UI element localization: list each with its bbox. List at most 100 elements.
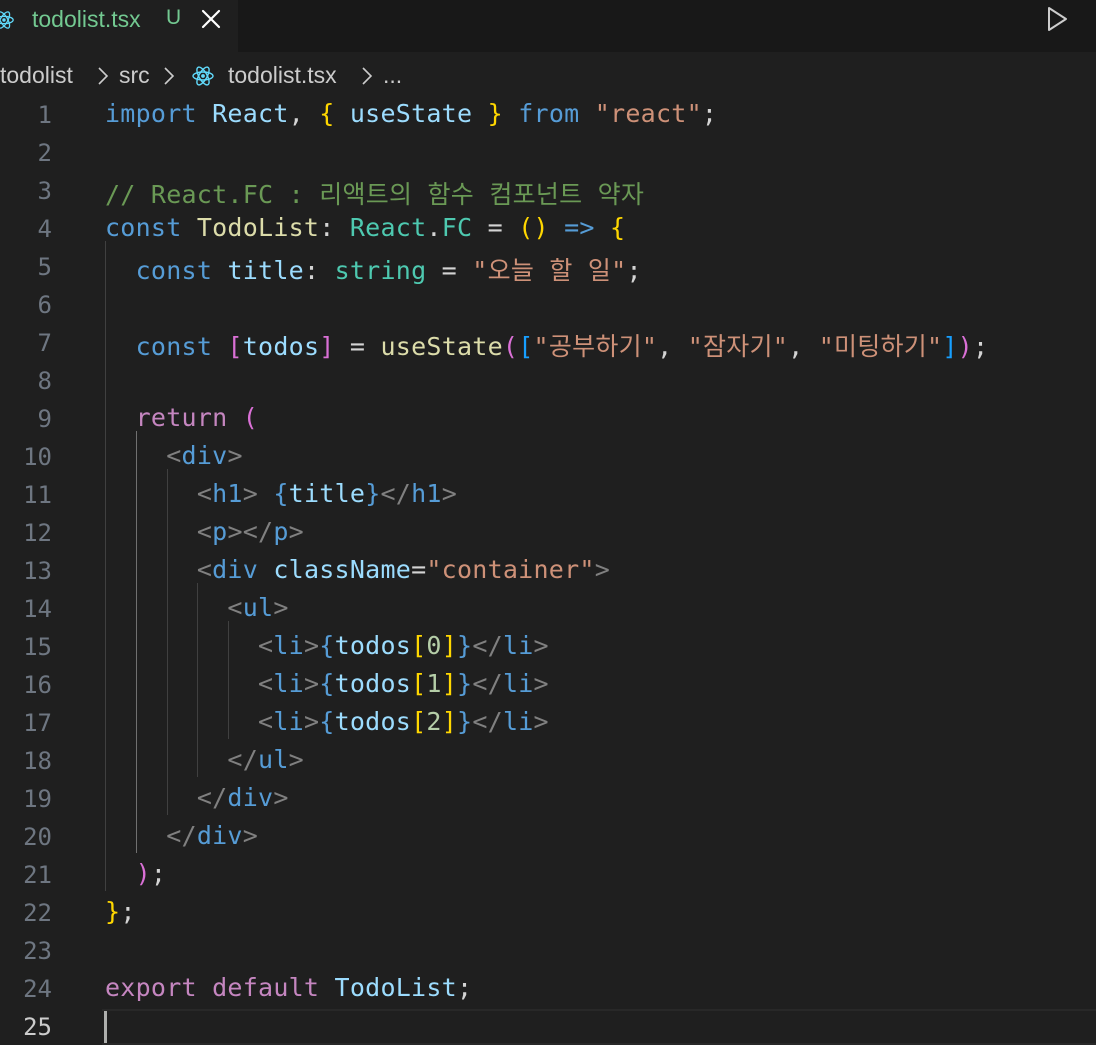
code-line[interactable]: 19 </div> [0, 781, 1096, 819]
code-token: = [411, 555, 427, 584]
code-line[interactable]: 8 [0, 363, 1096, 401]
code-line[interactable]: 15 <li>{todos[0]}</li> [0, 629, 1096, 667]
code-token: . [426, 213, 442, 242]
tab-status-badge: U [166, 6, 182, 29]
code-token: < [196, 555, 213, 584]
code-token: const [135, 256, 213, 285]
code-token: } [487, 99, 503, 128]
line-number: 18 [23, 747, 52, 775]
code-token: > [533, 669, 549, 698]
line-number: 6 [37, 291, 52, 319]
code-line[interactable]: 20 </div> [0, 819, 1096, 857]
code-line[interactable]: 14 <ul> [0, 591, 1096, 629]
breadcrumb-item-file[interactable]: todolist.tsx [228, 62, 337, 89]
code-token: ] [441, 707, 458, 736]
code-token: > [594, 555, 611, 584]
code-line[interactable]: 5 const title: string = "오늘 할 일"; [0, 249, 1096, 287]
code-token: from [518, 99, 580, 128]
code-token: default [212, 973, 320, 1002]
code-text: </div> [105, 783, 289, 812]
code-token: todos [334, 707, 412, 736]
code-token: FC [441, 213, 473, 242]
code-token: > [288, 745, 304, 774]
code-line[interactable]: 16 <li>{todos[1]}</li> [0, 667, 1096, 705]
code-token: import [105, 99, 197, 128]
react-icon [0, 11, 14, 29]
code-token: , [657, 332, 688, 361]
code-line[interactable]: 22}; [0, 895, 1096, 933]
code-token: title [288, 479, 366, 508]
code-line[interactable]: 7 const [todos] = useState(["공부하기", "잠자기… [0, 325, 1096, 363]
code-token: h1 [212, 479, 243, 508]
code-token: </ [472, 669, 503, 698]
code-token: > [533, 631, 549, 660]
code-token: ; [150, 859, 167, 888]
code-token: className [273, 555, 412, 584]
code-token: ; [701, 99, 718, 128]
code-line[interactable]: 6 [0, 287, 1096, 325]
code-line[interactable]: 4 const TodoList: React.FC = () => { [0, 211, 1096, 249]
breadcrumb-item-src[interactable]: src [119, 62, 150, 89]
breadcrumb-item-symbols[interactable]: ... [383, 62, 402, 89]
code-token: </ [472, 631, 503, 660]
code-line[interactable]: 10 <div> [0, 439, 1096, 477]
code-token: : [303, 256, 335, 285]
code-line[interactable]: 18 </ul> [0, 743, 1096, 781]
code-token: > [273, 593, 289, 622]
code-line[interactable]: 17 <li>{todos[2]}</li> [0, 705, 1096, 743]
code-token: todos [334, 669, 412, 698]
code-token: 0 [426, 631, 442, 660]
code-token: { [319, 631, 335, 660]
play-icon[interactable] [1044, 5, 1070, 33]
code-line[interactable]: 3 // React.FC : 리액트의 함수 컴포넌트 약자 [0, 173, 1096, 211]
code-token: return [135, 403, 228, 432]
code-line[interactable]: 25 [0, 1009, 1096, 1045]
line-number: 13 [23, 557, 52, 585]
code-token: [ [411, 669, 427, 698]
code-token: ] [942, 332, 958, 361]
line-number: 15 [23, 633, 52, 661]
code-text: <ul> [105, 593, 289, 622]
code-line[interactable]: 24 export default TodoList; [0, 971, 1096, 1009]
code-token: "미팅하기" [818, 332, 943, 361]
code-editor[interactable]: 1 import React, { useState } from "react"… [0, 97, 1096, 1045]
code-token: { [319, 669, 335, 698]
code-token: > [227, 441, 243, 470]
code-line[interactable]: 12 <p></p> [0, 515, 1096, 553]
code-line[interactable]: 21 ); [0, 857, 1096, 895]
close-icon[interactable] [199, 7, 223, 31]
code-line[interactable]: 1 import React, { useState } from "react"… [0, 97, 1096, 135]
code-line[interactable]: 23 [0, 933, 1096, 971]
code-token: = [472, 213, 519, 242]
code-token: > [533, 707, 549, 736]
code-token: "container" [426, 555, 595, 584]
code-token: < [258, 669, 274, 698]
line-number: 9 [37, 405, 52, 433]
code-token: "react" [594, 99, 702, 128]
code-text: <p></p> [105, 517, 304, 546]
code-line[interactable]: 9 return ( [0, 401, 1096, 439]
code-token: < [196, 479, 213, 508]
line-number: 21 [23, 861, 52, 889]
code-token: div [181, 441, 228, 470]
code-line[interactable]: 11 <h1> {title}</h1> [0, 477, 1096, 515]
code-line[interactable]: 13 <div className="container"> [0, 553, 1096, 591]
code-token: const [105, 213, 182, 242]
breadcrumb-item-todolist[interactable]: todolist [0, 62, 73, 89]
code-token: } [457, 707, 473, 736]
tab-todolist[interactable]: todolist.tsx U [0, 0, 238, 52]
code-token: } [457, 631, 473, 660]
code-token: ) [135, 859, 151, 888]
code-line[interactable]: 2 [0, 135, 1096, 173]
